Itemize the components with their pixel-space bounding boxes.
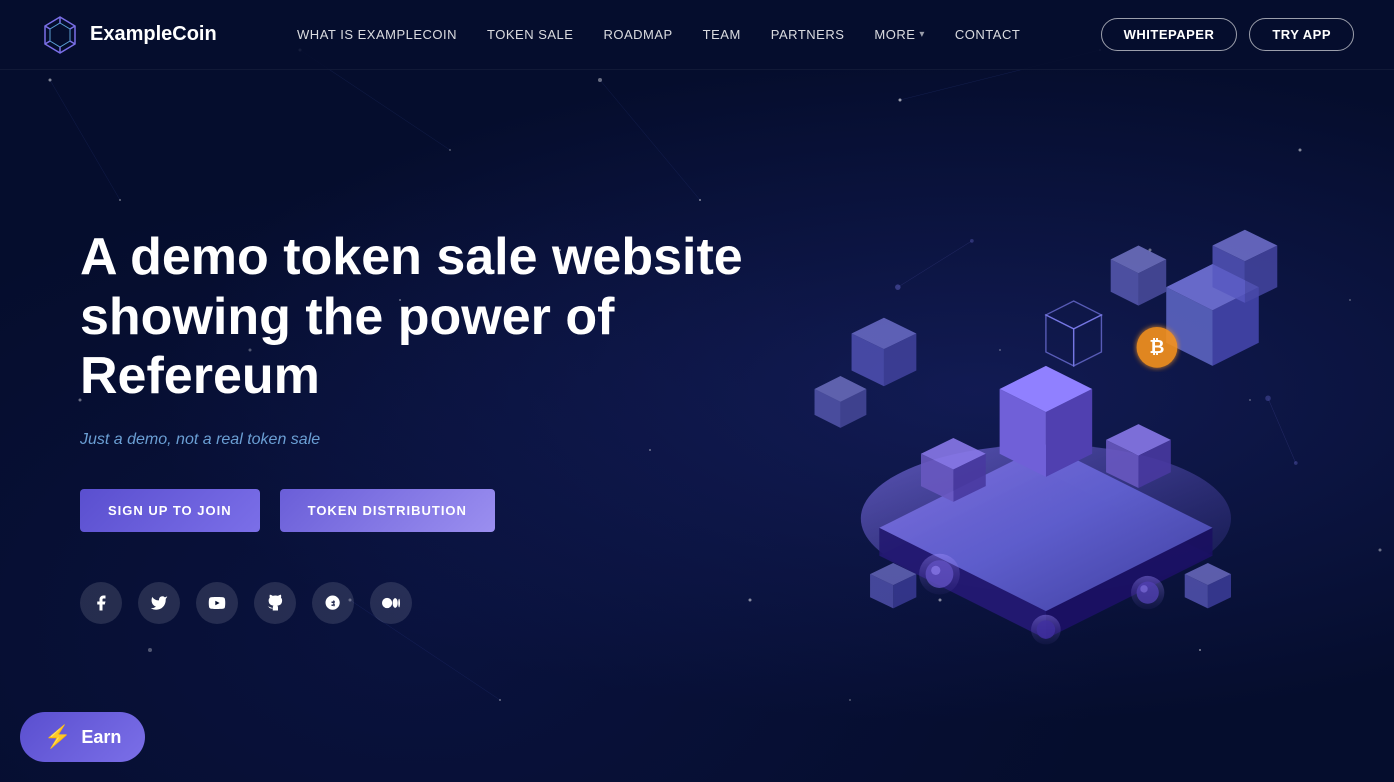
- nav-token-sale[interactable]: TOKEN SALE: [487, 27, 573, 42]
- token-distribution-button[interactable]: TOKEN DISTRIBUTION: [280, 489, 495, 532]
- svg-text:₿: ₿: [1149, 336, 1164, 357]
- earn-widget-button[interactable]: ⚡ Earn: [20, 712, 145, 762]
- nav-contact[interactable]: CONTACT: [955, 27, 1020, 42]
- nav-what-is[interactable]: WHAT IS EXAMPLECOIN: [297, 27, 457, 42]
- chevron-down-icon: ▾: [919, 29, 925, 40]
- github-icon-button[interactable]: [254, 582, 296, 624]
- twitter-icon-button[interactable]: [138, 582, 180, 624]
- blockchain-illustration: ₿: [759, 126, 1314, 726]
- nav-links: WHAT IS EXAMPLECOIN TOKEN SALE ROADMAP T…: [297, 26, 1020, 44]
- facebook-icon-button[interactable]: [80, 582, 122, 624]
- bitcoin-icon-button[interactable]: [312, 582, 354, 624]
- logo-link[interactable]: ExampleCoin: [40, 15, 217, 55]
- hero-content: A demo token sale website showing the po…: [80, 228, 759, 624]
- logo-text: ExampleCoin: [90, 23, 217, 46]
- whitepaper-button[interactable]: WHITEPAPER: [1101, 18, 1238, 51]
- earn-label: Earn: [81, 727, 121, 748]
- nav-more[interactable]: MORE ▾: [874, 27, 925, 42]
- social-icons-group: [80, 582, 759, 624]
- medium-icon: [382, 594, 400, 612]
- hero-subtitle: Just a demo, not a real token sale: [80, 431, 759, 449]
- twitter-icon: [150, 594, 168, 612]
- hero-section: A demo token sale website showing the po…: [0, 70, 1394, 782]
- youtube-icon-button[interactable]: [196, 582, 238, 624]
- nav-action-buttons: WHITEPAPER TRY APP: [1101, 18, 1354, 51]
- signup-button[interactable]: SIGN UP TO JOIN: [80, 489, 260, 532]
- medium-icon-button[interactable]: [370, 582, 412, 624]
- nav-roadmap[interactable]: ROADMAP: [603, 27, 672, 42]
- hero-cta-buttons: SIGN UP TO JOIN TOKEN DISTRIBUTION: [80, 489, 759, 532]
- earn-icon: ⚡: [44, 724, 71, 750]
- try-app-button[interactable]: TRY APP: [1249, 18, 1354, 51]
- facebook-icon: [92, 594, 110, 612]
- logo-icon: [40, 15, 80, 55]
- hero-visual: ₿: [759, 126, 1314, 726]
- bitcoin-icon: [324, 594, 342, 612]
- youtube-icon: [208, 594, 226, 612]
- navbar: ExampleCoin WHAT IS EXAMPLECOIN TOKEN SA…: [0, 0, 1394, 70]
- nav-partners[interactable]: PARTNERS: [771, 27, 845, 42]
- nav-team[interactable]: TEAM: [703, 27, 741, 42]
- hero-title: A demo token sale website showing the po…: [80, 228, 759, 407]
- github-icon: [266, 594, 284, 612]
